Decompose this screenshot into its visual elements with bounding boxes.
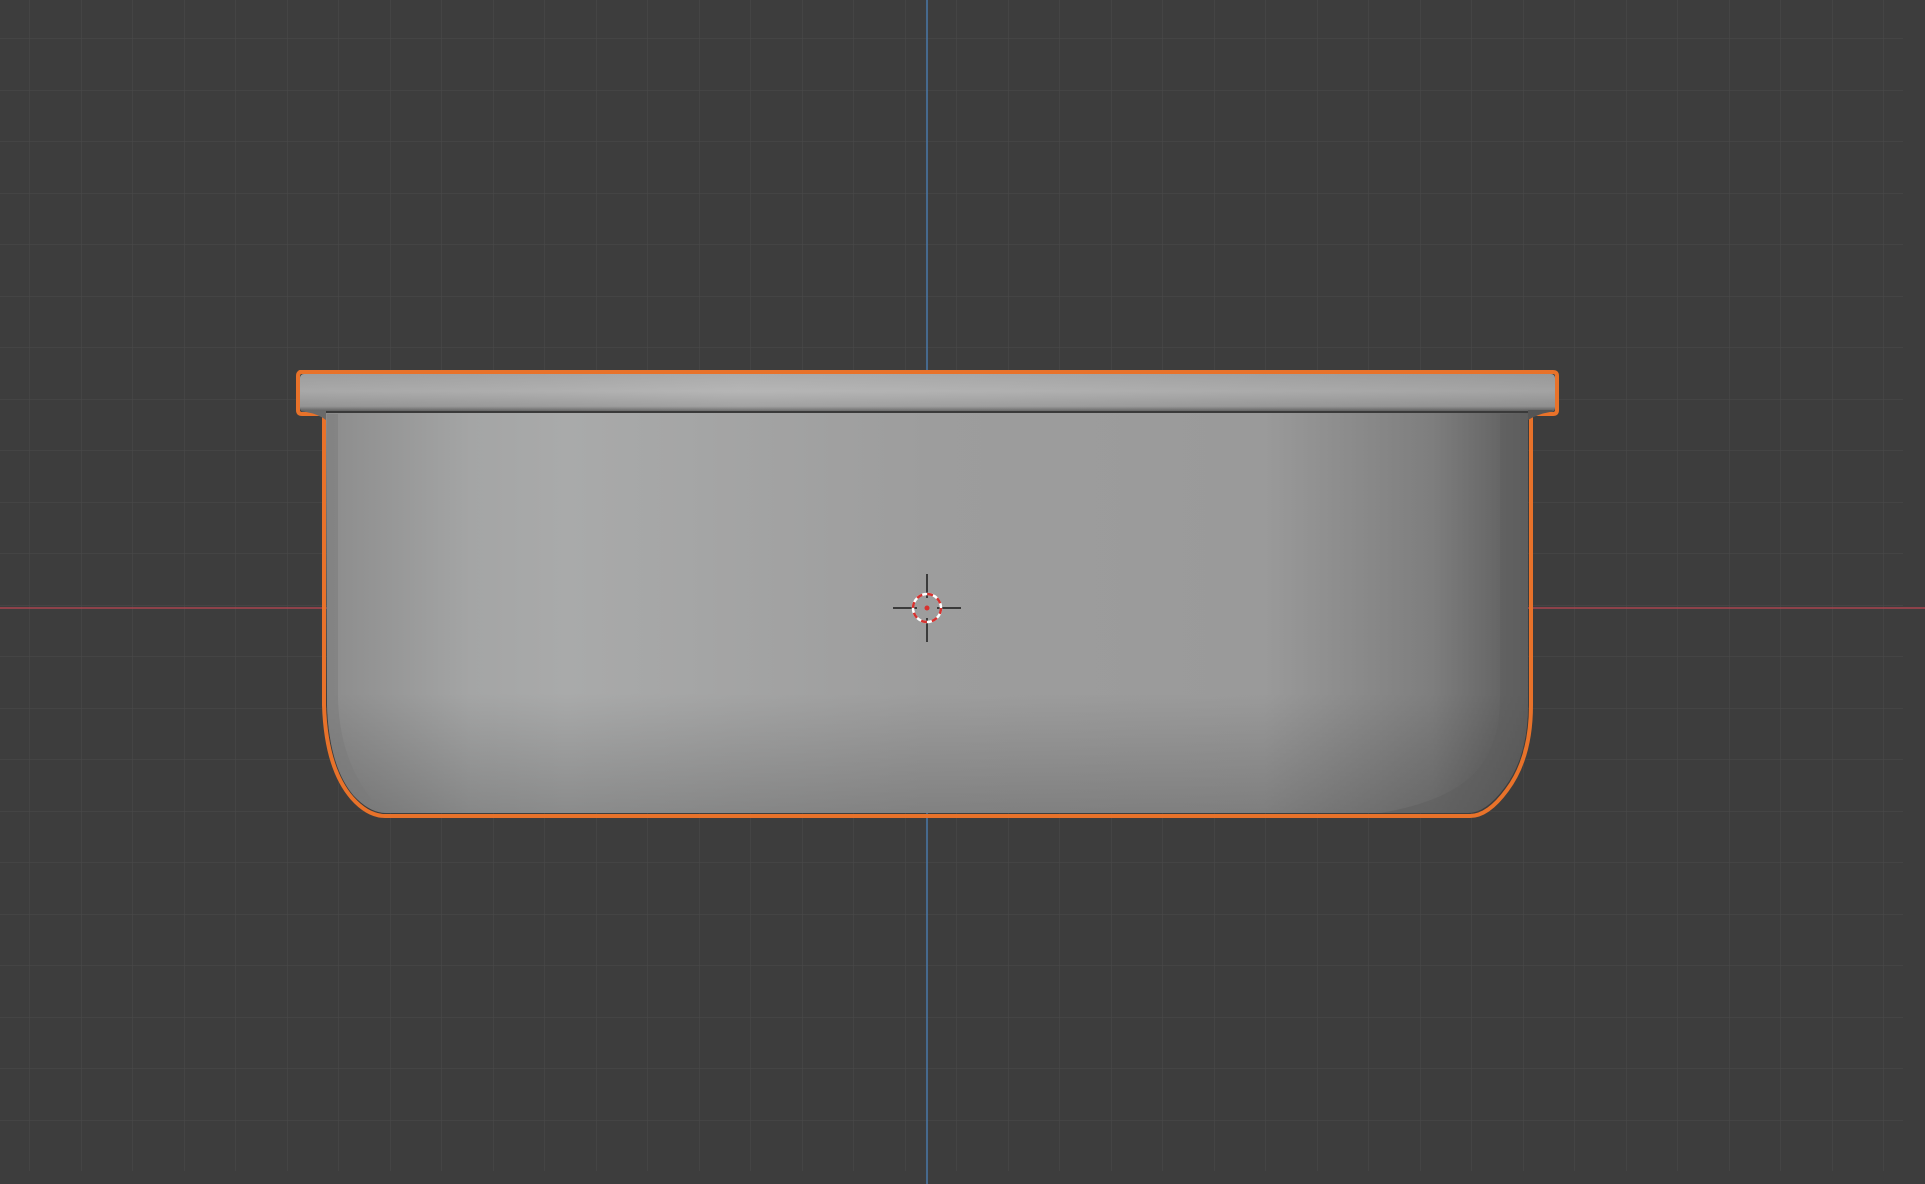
3d-viewport[interactable] [0, 0, 1925, 1184]
tub-rim-side-shading [300, 374, 1555, 412]
tub-body-bottom-shading [326, 412, 1528, 813]
viewport-canvas[interactable] [0, 0, 1925, 1184]
